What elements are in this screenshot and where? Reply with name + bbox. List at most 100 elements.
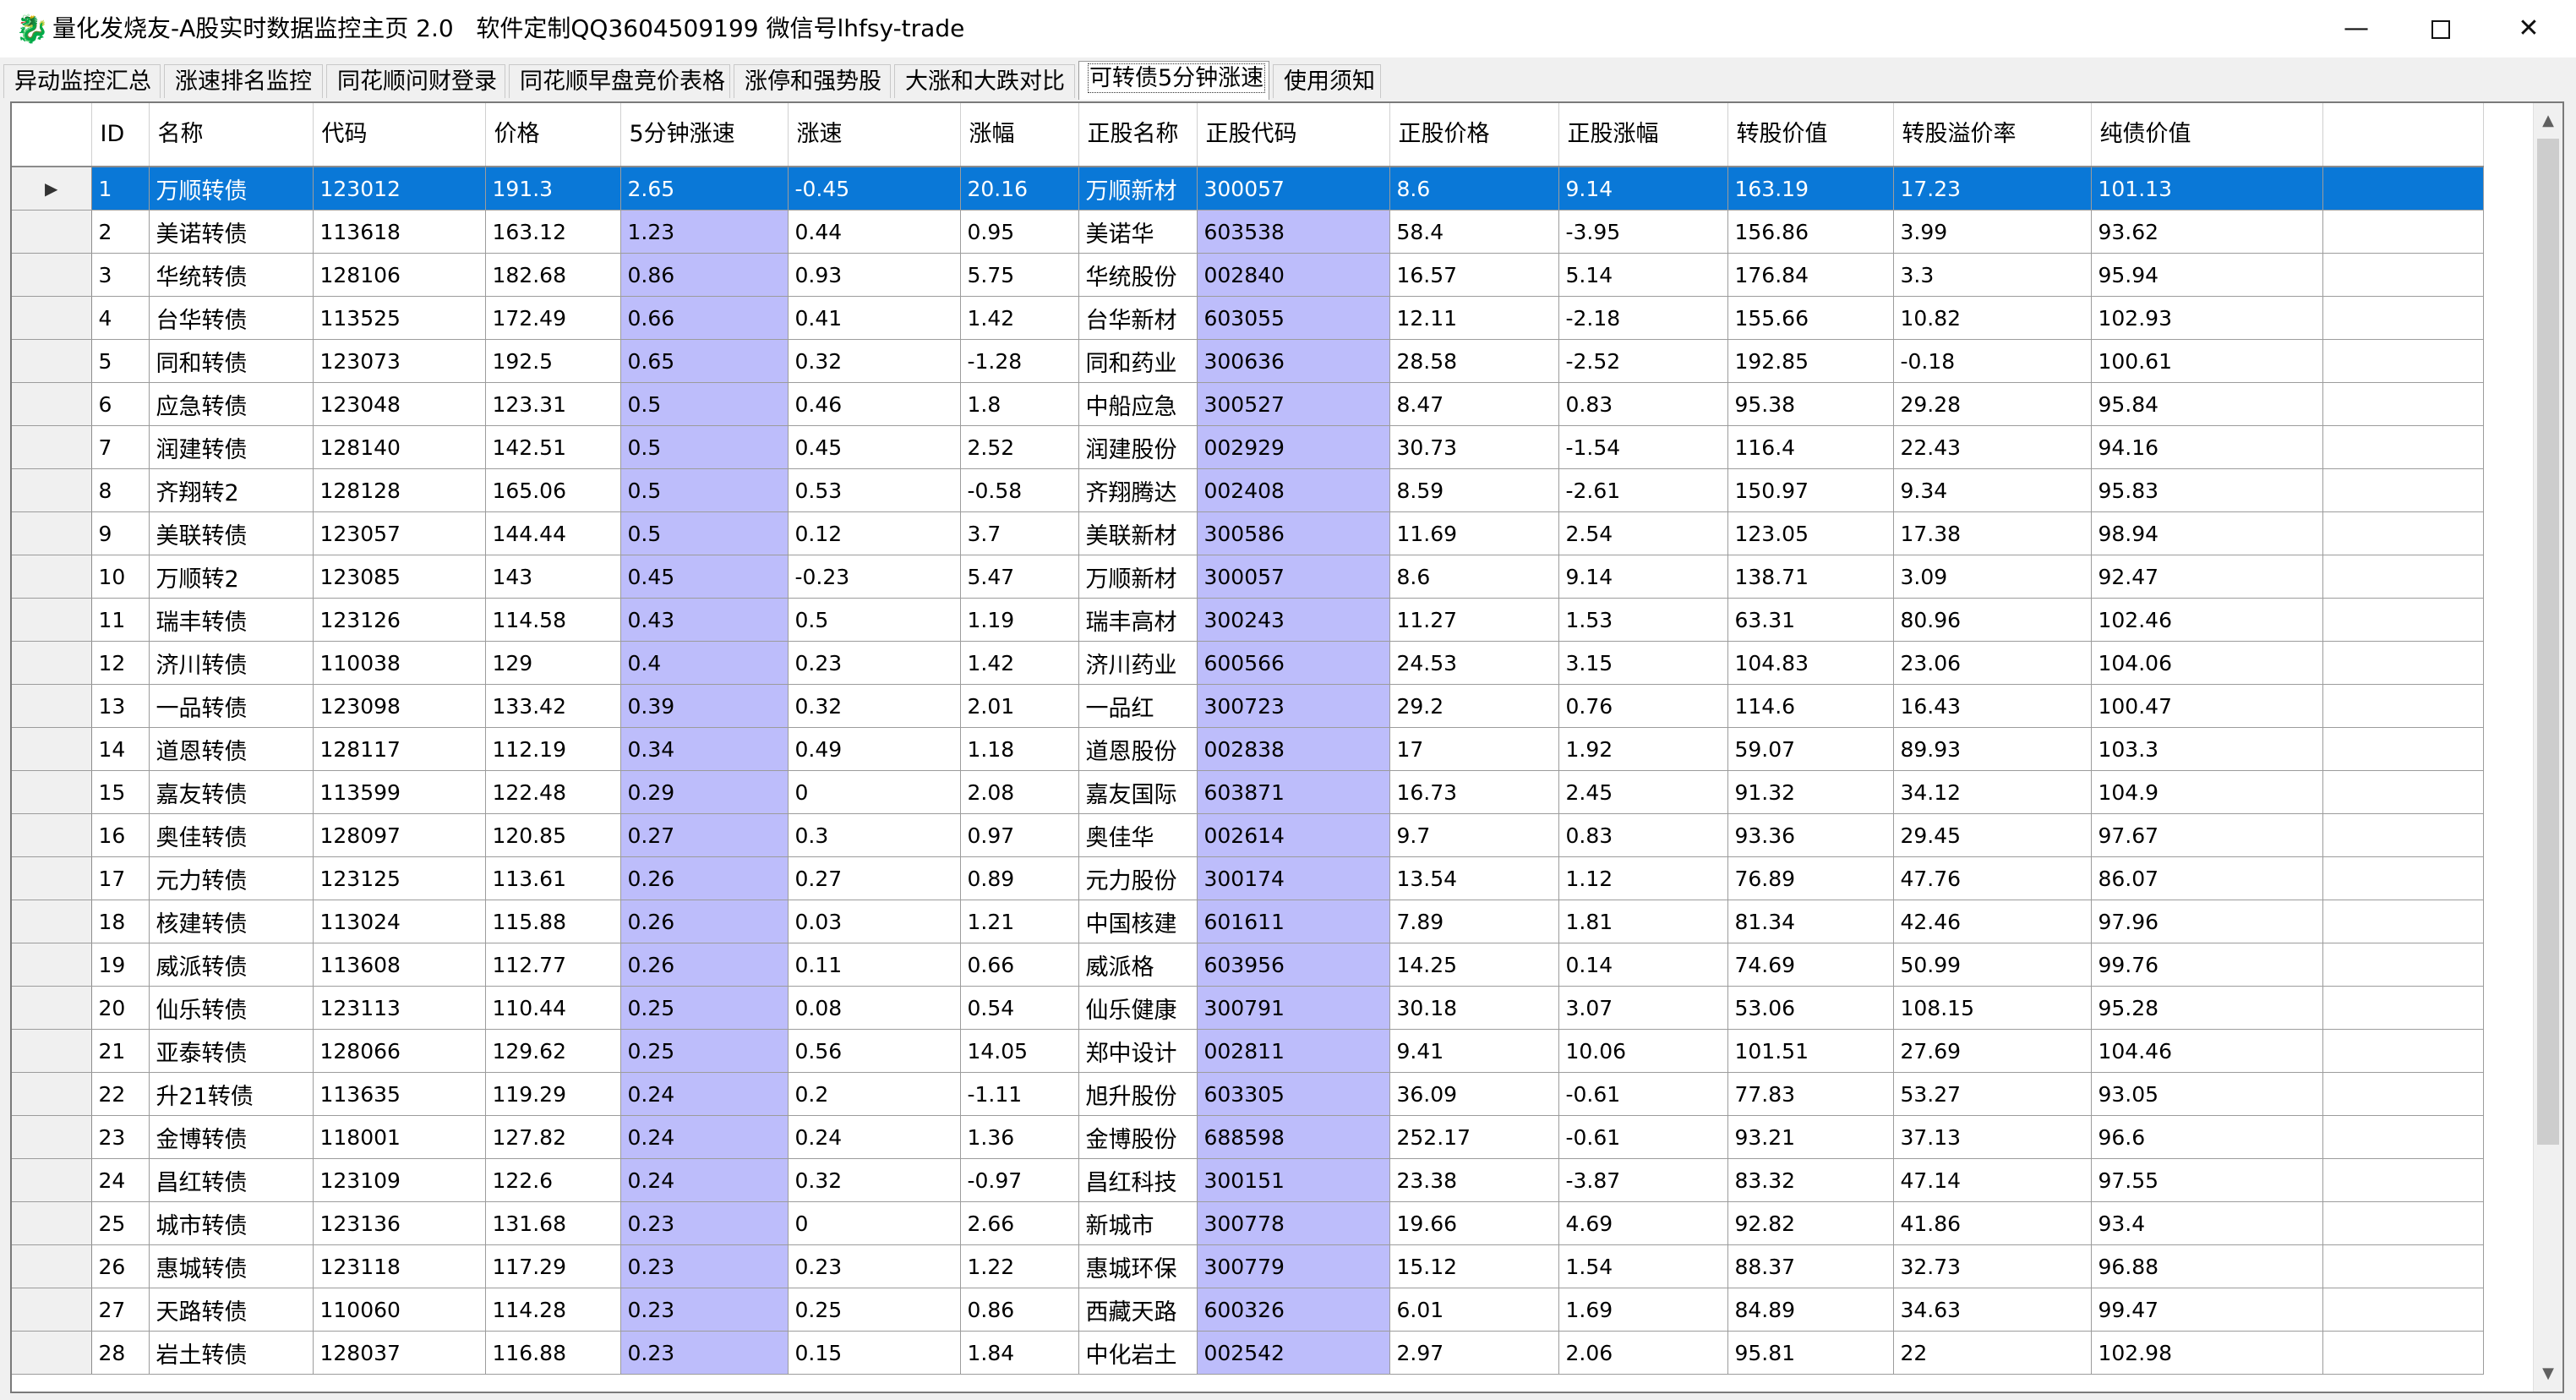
cell-code[interactable]: 123073 <box>313 339 486 383</box>
row-header[interactable] <box>12 253 92 297</box>
cell-code[interactable]: 128106 <box>313 253 486 297</box>
table-row[interactable]: 28 岩土转债 128037 116.88 0.23 0.15 1.84 中化岩土 002542… <box>12 1331 2484 1375</box>
cell-5min-speed[interactable]: 0.5 <box>620 468 789 512</box>
cell-id[interactable]: 2 <box>91 210 150 254</box>
close-button[interactable]: ✕ <box>2485 0 2573 57</box>
cell-bond-value[interactable]: 93.4 <box>2091 1201 2323 1245</box>
cell-bond-value[interactable]: 95.28 <box>2091 986 2323 1030</box>
cell-premium-rate[interactable]: 29.45 <box>1893 813 2092 857</box>
cell-stock-code[interactable]: 002408 <box>1197 468 1390 512</box>
cell-stock-name[interactable]: 惠城环保 <box>1078 1244 1198 1288</box>
row-header[interactable] <box>12 1115 92 1159</box>
cell-stock-price[interactable]: 19.66 <box>1389 1201 1559 1245</box>
cell-stock-price[interactable]: 58.4 <box>1389 210 1559 254</box>
cell-stock-change[interactable]: 9.14 <box>1558 555 1728 599</box>
cell-code[interactable]: 123012 <box>313 167 486 211</box>
cell-stock-price[interactable]: 11.69 <box>1389 511 1559 555</box>
cell-change[interactable]: 0.89 <box>960 856 1079 900</box>
cell-change[interactable]: 14.05 <box>960 1029 1079 1073</box>
scroll-down-arrow-icon[interactable]: ▼ <box>2534 1359 2562 1388</box>
row-header[interactable] <box>12 813 92 857</box>
cell-code[interactable]: 123118 <box>313 1244 486 1288</box>
cell-id[interactable]: 8 <box>91 468 150 512</box>
cell-stock-change[interactable]: 4.69 <box>1558 1201 1728 1245</box>
cell-bond-value[interactable]: 95.84 <box>2091 382 2323 426</box>
cell-speed[interactable]: 0.23 <box>788 1244 961 1288</box>
cell-id[interactable]: 22 <box>91 1072 150 1116</box>
col-header-price[interactable]: 价格 <box>485 103 621 167</box>
cell-stock-name[interactable]: 济川药业 <box>1078 641 1198 685</box>
cell-change[interactable]: 1.18 <box>960 727 1079 771</box>
tab-rise-fall-compare[interactable]: 大涨和大跌对比 <box>894 64 1075 98</box>
cell-speed[interactable]: 0.45 <box>788 425 961 469</box>
cell-code[interactable]: 128037 <box>313 1331 486 1375</box>
cell-stock-name[interactable]: 中船应急 <box>1078 382 1198 426</box>
cell-conversion-value[interactable]: 76.89 <box>1727 856 1894 900</box>
cell-price[interactable]: 144.44 <box>485 511 621 555</box>
cell-5min-speed[interactable]: 0.24 <box>620 1158 789 1202</box>
cell-code[interactable]: 113024 <box>313 900 486 943</box>
cell-5min-speed[interactable]: 0.5 <box>620 511 789 555</box>
cell-5min-speed[interactable]: 1.23 <box>620 210 789 254</box>
cell-change[interactable]: 1.84 <box>960 1331 1079 1375</box>
cell-speed[interactable]: 0.53 <box>788 468 961 512</box>
cell-change[interactable]: 5.47 <box>960 555 1079 599</box>
row-header[interactable] <box>12 684 92 728</box>
cell-conversion-value[interactable]: 74.69 <box>1727 943 1894 987</box>
cell-conversion-value[interactable]: 83.32 <box>1727 1158 1894 1202</box>
cell-stock-change[interactable]: -2.61 <box>1558 468 1728 512</box>
cell-speed[interactable]: 0.15 <box>788 1331 961 1375</box>
data-grid[interactable]: ID 名称 代码 价格 5分钟涨速 涨速 涨幅 正股名称 正股代码 正股价格 正… <box>10 101 2564 1393</box>
cell-stock-name[interactable]: 瑞丰高材 <box>1078 598 1198 642</box>
cell-5min-speed[interactable]: 0.24 <box>620 1072 789 1116</box>
cell-speed[interactable]: 0.11 <box>788 943 961 987</box>
cell-stock-change[interactable]: 0.83 <box>1558 382 1728 426</box>
cell-conversion-value[interactable]: 93.21 <box>1727 1115 1894 1159</box>
table-row[interactable]: 25 城市转债 123136 131.68 0.23 0 2.66 新城市 300778 19.6… <box>12 1201 2484 1245</box>
cell-bond-value[interactable]: 99.76 <box>2091 943 2323 987</box>
cell-premium-rate[interactable]: 9.34 <box>1893 468 2092 512</box>
cell-stock-price[interactable]: 24.53 <box>1389 641 1559 685</box>
cell-stock-name[interactable]: 齐翔腾达 <box>1078 468 1198 512</box>
cell-change[interactable]: 1.22 <box>960 1244 1079 1288</box>
tab-usage-notes[interactable]: 使用须知 <box>1273 64 1381 98</box>
cell-speed[interactable]: 0.32 <box>788 684 961 728</box>
cell-conversion-value[interactable]: 163.19 <box>1727 167 1894 211</box>
cell-stock-name[interactable]: 美诺华 <box>1078 210 1198 254</box>
cell-stock-code[interactable]: 300586 <box>1197 511 1390 555</box>
cell-id[interactable]: 19 <box>91 943 150 987</box>
cell-code[interactable]: 110038 <box>313 641 486 685</box>
row-header[interactable] <box>12 1072 92 1116</box>
cell-code[interactable]: 123113 <box>313 986 486 1030</box>
cell-stock-code[interactable]: 600566 <box>1197 641 1390 685</box>
cell-premium-rate[interactable]: 50.99 <box>1893 943 2092 987</box>
cell-stock-price[interactable]: 9.41 <box>1389 1029 1559 1073</box>
cell-stock-name[interactable]: 万顺新材 <box>1078 167 1198 211</box>
cell-conversion-value[interactable]: 123.05 <box>1727 511 1894 555</box>
cell-bond-value[interactable]: 86.07 <box>2091 856 2323 900</box>
cell-change[interactable]: 0.97 <box>960 813 1079 857</box>
cell-price[interactable]: 142.51 <box>485 425 621 469</box>
cell-speed[interactable]: 0.12 <box>788 511 961 555</box>
cell-stock-change[interactable]: 0.14 <box>1558 943 1728 987</box>
cell-bond-value[interactable]: 104.9 <box>2091 770 2323 814</box>
cell-bond-value[interactable]: 100.61 <box>2091 339 2323 383</box>
tab-auction-table[interactable]: 同花顺早盘竞价表格 <box>509 64 730 98</box>
tab-limit-up-strong[interactable]: 涨停和强势股 <box>734 64 891 98</box>
cell-stock-code[interactable]: 002840 <box>1197 253 1390 297</box>
cell-stock-code[interactable]: 300723 <box>1197 684 1390 728</box>
cell-name[interactable]: 美联转债 <box>149 511 314 555</box>
cell-name[interactable]: 岩土转债 <box>149 1331 314 1375</box>
cell-id[interactable]: 16 <box>91 813 150 857</box>
cell-name[interactable]: 惠城转债 <box>149 1244 314 1288</box>
cell-stock-change[interactable]: 1.69 <box>1558 1288 1728 1332</box>
cell-stock-change[interactable]: 9.14 <box>1558 167 1728 211</box>
cell-bond-value[interactable]: 100.47 <box>2091 684 2323 728</box>
cell-speed[interactable]: 0 <box>788 1201 961 1245</box>
cell-bond-value[interactable]: 102.98 <box>2091 1331 2323 1375</box>
table-row[interactable]: 4 台华转债 113525 172.49 0.66 0.41 1.42 台华新材 603055 1… <box>12 296 2484 340</box>
cell-bond-value[interactable]: 95.94 <box>2091 253 2323 297</box>
cell-speed[interactable]: 0.41 <box>788 296 961 340</box>
cell-stock-code[interactable]: 002838 <box>1197 727 1390 771</box>
cell-premium-rate[interactable]: 22.43 <box>1893 425 2092 469</box>
